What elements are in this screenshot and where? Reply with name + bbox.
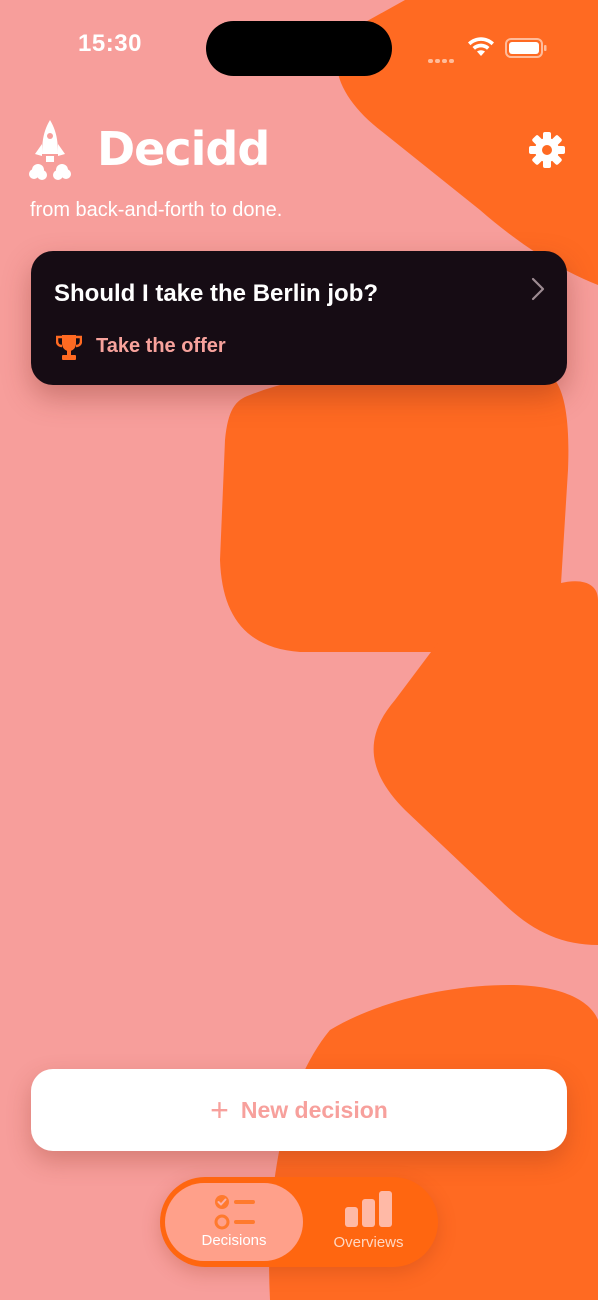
checklist-icon — [214, 1195, 255, 1230]
dynamic-island — [206, 21, 392, 76]
tab-overviews[interactable]: Overviews — [299, 1177, 438, 1267]
gear-icon[interactable] — [528, 131, 566, 169]
decision-title: Should I take the Berlin job? — [54, 280, 379, 307]
tagline: from back-and-forth to done. — [30, 199, 283, 221]
decision-outcome: Take the offer — [96, 335, 226, 357]
trophy-icon — [56, 335, 82, 360]
tab-bar: Decisions Overviews — [160, 1177, 438, 1267]
status-time: 15:30 — [78, 30, 142, 57]
new-decision-label: New decision — [240, 1096, 388, 1123]
tab-overviews-label: Overviews — [333, 1234, 404, 1251]
decision-card[interactable]: Should I take the Berlin job? Take the o… — [31, 251, 567, 385]
chevron-right-icon — [531, 277, 545, 301]
wifi-icon — [468, 37, 494, 56]
new-decision-button[interactable]: + New decision — [31, 1069, 567, 1151]
cellular-signal-icon — [428, 50, 456, 68]
tab-decisions[interactable]: Decisions — [165, 1183, 303, 1261]
rocket-icon — [29, 120, 71, 180]
tab-decisions-label: Decisions — [201, 1232, 267, 1249]
plus-icon: + — [210, 1092, 229, 1128]
app-title: Decidd — [97, 122, 270, 176]
bar-chart-icon — [344, 1191, 392, 1227]
battery-icon — [505, 38, 547, 58]
